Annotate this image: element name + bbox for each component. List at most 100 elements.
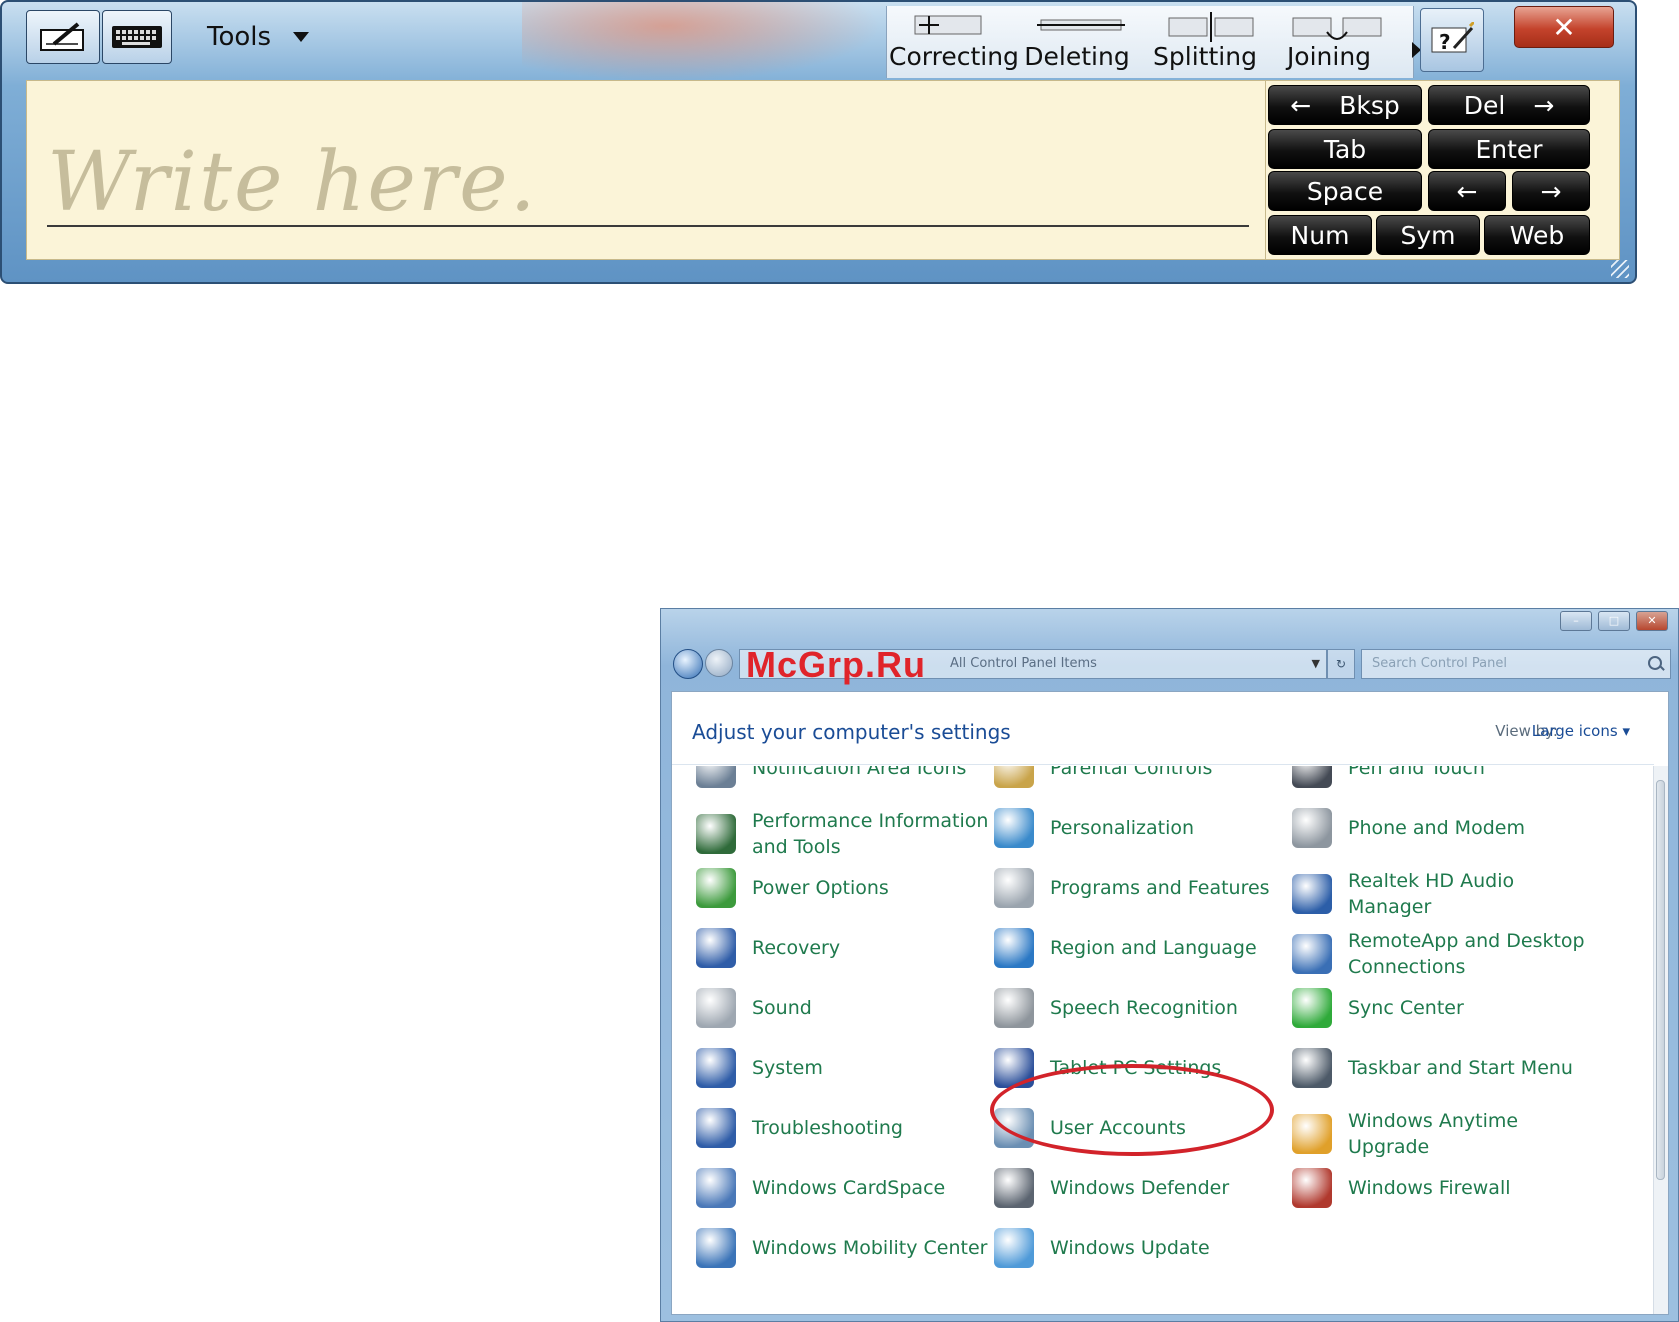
performance-icon bbox=[696, 814, 736, 854]
deleting-gesture-icon bbox=[1037, 19, 1125, 31]
control-panel-item[interactable]: System bbox=[696, 1048, 1002, 1088]
delete-key[interactable]: Del → bbox=[1428, 85, 1590, 125]
minimize-icon[interactable]: – bbox=[1560, 611, 1592, 631]
key-label: Space bbox=[1306, 176, 1384, 206]
search-placeholder: Search Control Panel bbox=[1372, 656, 1507, 671]
control-panel-item-label: Personalization bbox=[1050, 817, 1195, 839]
control-panel-item[interactable]: Speech Recognition bbox=[994, 988, 1300, 1028]
control-panel-item[interactable]: Windows CardSpace bbox=[696, 1168, 1002, 1208]
key-label: Num bbox=[1290, 220, 1350, 250]
pen-icon bbox=[1292, 766, 1332, 788]
resize-grip[interactable] bbox=[1611, 260, 1629, 278]
background-glow bbox=[522, 2, 882, 82]
control-panel-item-label: Realtek HD Audio Manager bbox=[1348, 870, 1515, 918]
control-panel-item-label: Region and Language bbox=[1050, 937, 1257, 959]
tools-menu[interactable]: Tools bbox=[207, 22, 310, 52]
control-panel-item[interactable]: Pen and Touch bbox=[1292, 766, 1598, 788]
close-icon: ✕ bbox=[1552, 10, 1576, 44]
control-panel-item[interactable]: Windows Update bbox=[994, 1228, 1300, 1268]
backspace-key[interactable]: ← Bksp bbox=[1268, 85, 1422, 125]
control-panel-item[interactable]: Windows Anytime Upgrade bbox=[1292, 1108, 1598, 1160]
power-options-icon bbox=[696, 868, 736, 908]
control-panel-item[interactable]: Windows Defender bbox=[994, 1168, 1300, 1208]
highlight-annotation bbox=[990, 1064, 1274, 1156]
page-title: Adjust your computer's settings bbox=[692, 720, 1011, 744]
key-label: Bksp bbox=[1339, 90, 1400, 120]
control-panel-item[interactable]: Power Options bbox=[696, 868, 1002, 908]
key-label: Enter bbox=[1475, 134, 1543, 164]
help-button[interactable]: ? bbox=[1420, 8, 1484, 72]
forward-button[interactable] bbox=[705, 649, 733, 677]
key-label: Del bbox=[1463, 90, 1506, 120]
web-key[interactable]: Web bbox=[1484, 215, 1590, 255]
control-panel-item-label: Notification Area Icons bbox=[752, 766, 967, 779]
taskbar-icon bbox=[1292, 1048, 1332, 1088]
control-panel-item[interactable]: Personalization bbox=[994, 808, 1300, 848]
windows-update-icon bbox=[994, 1228, 1034, 1268]
scroll-thumb[interactable] bbox=[1656, 780, 1665, 1180]
tab-key[interactable]: Tab bbox=[1268, 129, 1422, 169]
view-by-dropdown[interactable]: Large icons ▾ bbox=[1532, 722, 1630, 740]
maximize-icon[interactable]: □ bbox=[1598, 611, 1630, 631]
mobility-center-icon bbox=[696, 1228, 736, 1268]
control-panel-item-label: Parental Controls bbox=[1050, 766, 1213, 779]
control-panel-item-label: Speech Recognition bbox=[1050, 997, 1238, 1019]
quick-keys-panel: ← Bksp Del → Tab Enter Space ← → Num Sym… bbox=[1266, 80, 1620, 260]
control-panel-item[interactable]: Realtek HD Audio Manager bbox=[1292, 868, 1598, 920]
gesture-joining[interactable]: Joining bbox=[1269, 6, 1389, 78]
notification-area-icon bbox=[696, 766, 736, 788]
keyboard-mode-button[interactable] bbox=[102, 10, 172, 64]
gesture-splitting[interactable]: Splitting bbox=[1145, 6, 1265, 78]
control-panel-item[interactable]: Parental Controls bbox=[994, 766, 1300, 788]
num-key[interactable]: Num bbox=[1268, 215, 1372, 255]
right-arrow-icon: → bbox=[1533, 90, 1555, 120]
control-panel-item[interactable]: Region and Language bbox=[994, 928, 1300, 968]
close-button[interactable]: ✕ bbox=[1514, 6, 1614, 48]
gesture-label: Deleting bbox=[1024, 42, 1130, 71]
personalization-icon bbox=[994, 808, 1034, 848]
control-panel-content: Adjust your computer's settings View by:… bbox=[671, 691, 1669, 1315]
vertical-scrollbar[interactable] bbox=[1653, 766, 1668, 1314]
control-panel-item[interactable]: Windows Mobility Center bbox=[696, 1228, 1002, 1268]
writing-pad[interactable]: Write here. bbox=[26, 80, 1266, 260]
gesture-correcting[interactable]: Correcting bbox=[889, 6, 1019, 78]
control-panel-item[interactable]: Notification Area Icons bbox=[696, 766, 1002, 788]
control-panel-item[interactable]: Sync Center bbox=[1292, 988, 1598, 1028]
recovery-icon bbox=[696, 928, 736, 968]
control-panel-item-label: Performance Information and Tools bbox=[752, 810, 989, 858]
writing-pad-mode-button[interactable] bbox=[26, 10, 100, 64]
refresh-button[interactable]: ↻ bbox=[1327, 649, 1355, 679]
right-arrow-key[interactable]: → bbox=[1512, 171, 1590, 211]
programs-features-icon bbox=[994, 868, 1034, 908]
windows-logo-icon bbox=[1292, 1114, 1332, 1154]
gesture-deleting[interactable]: Deleting bbox=[1017, 6, 1137, 78]
left-arrow-key[interactable]: ← bbox=[1428, 171, 1506, 211]
control-panel-item[interactable]: Troubleshooting bbox=[696, 1108, 1002, 1148]
control-panel-item[interactable]: Phone and Modem bbox=[1292, 808, 1598, 848]
close-icon[interactable]: ✕ bbox=[1636, 611, 1668, 631]
enter-key[interactable]: Enter bbox=[1428, 129, 1590, 169]
key-label: Tab bbox=[1323, 134, 1367, 164]
back-button[interactable] bbox=[673, 649, 703, 679]
joining-gesture-icon bbox=[1292, 17, 1382, 40]
sym-key[interactable]: Sym bbox=[1376, 215, 1480, 255]
control-panel-item[interactable]: Taskbar and Start Menu bbox=[1292, 1048, 1598, 1088]
chevron-down-icon[interactable]: ▼ bbox=[1312, 650, 1320, 678]
control-panel-item-label: RemoteApp and Desktop Connections bbox=[1348, 930, 1585, 978]
control-panel-item-label: Recovery bbox=[752, 937, 841, 959]
control-panel-item[interactable]: Sound bbox=[696, 988, 1002, 1028]
control-panel-item[interactable]: Performance Information and Tools bbox=[696, 808, 1002, 860]
microphone-icon bbox=[994, 988, 1034, 1028]
address-text: All Control Panel Items bbox=[950, 656, 1097, 671]
control-panel-item[interactable]: RemoteApp and Desktop Connections bbox=[1292, 928, 1598, 980]
region-language-icon bbox=[994, 928, 1034, 968]
svg-text:?: ? bbox=[1439, 30, 1451, 54]
control-panel-item[interactable]: Windows Firewall bbox=[1292, 1168, 1598, 1208]
control-panel-item[interactable]: Programs and Features bbox=[994, 868, 1300, 908]
window-controls: – □ ✕ bbox=[1560, 611, 1668, 631]
space-key[interactable]: Space bbox=[1268, 171, 1422, 211]
control-panel-item[interactable]: Recovery bbox=[696, 928, 1002, 968]
control-panel-item-label: Power Options bbox=[752, 877, 889, 899]
control-panel-item-label: System bbox=[752, 1057, 823, 1079]
search-input[interactable]: Search Control Panel bbox=[1361, 649, 1671, 679]
